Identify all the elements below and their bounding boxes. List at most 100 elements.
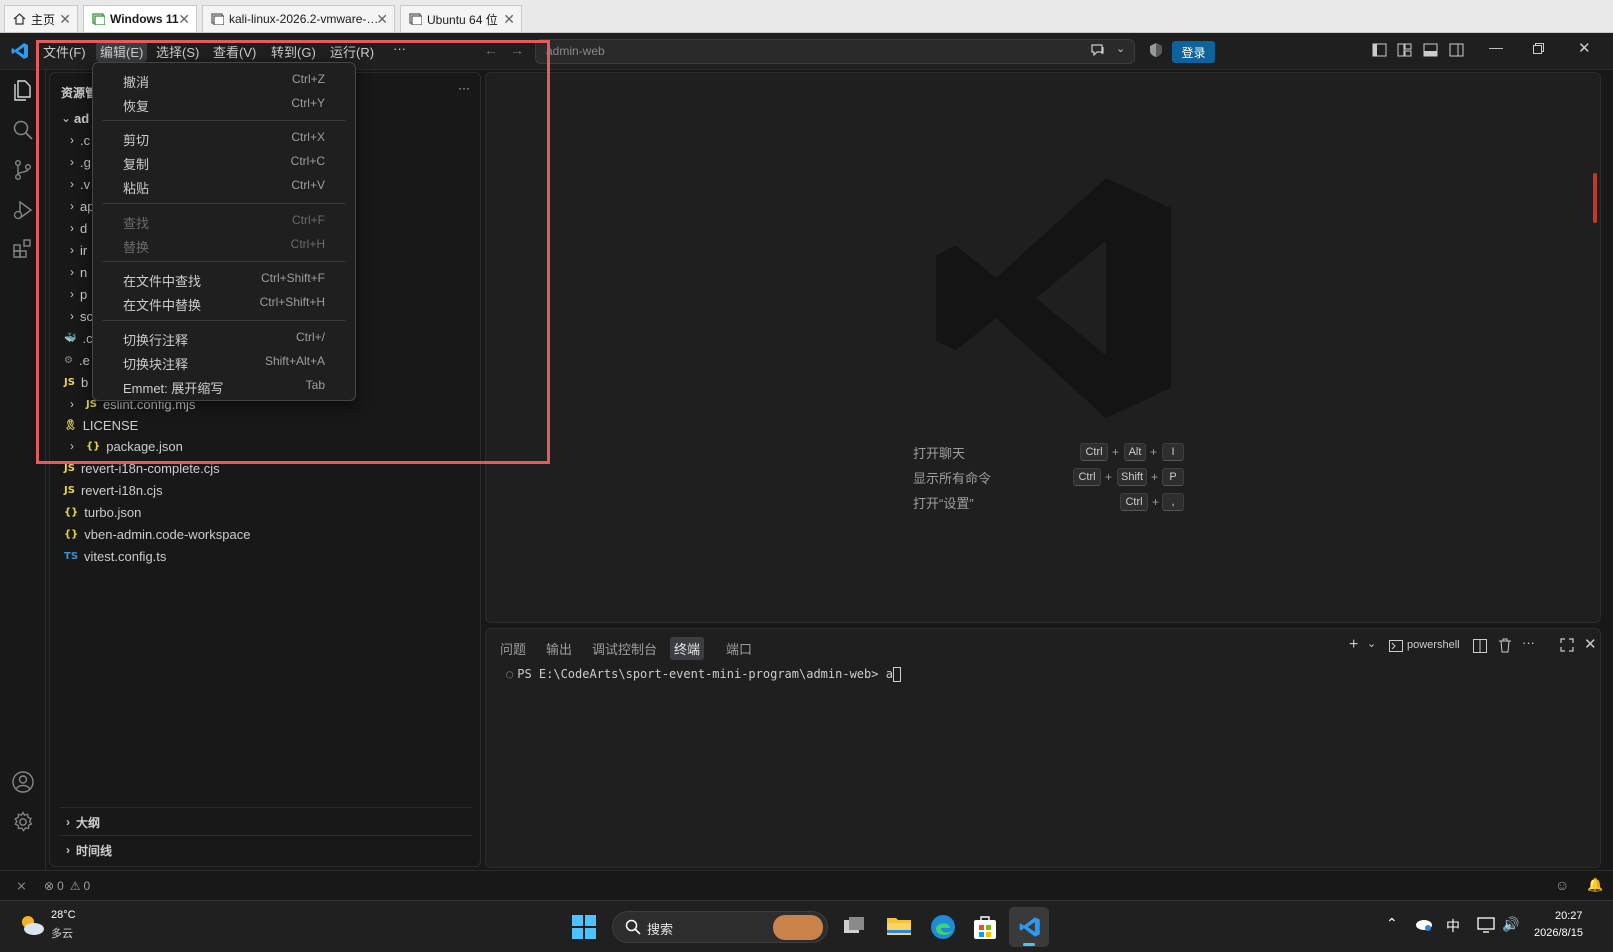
tree-item[interactable]: › n — [64, 261, 87, 283]
menu-run[interactable]: 运行(R) — [330, 42, 374, 61]
taskbar-vscode-button[interactable] — [1009, 907, 1049, 947]
new-terminal-icon[interactable]: + — [1349, 636, 1358, 654]
toggle-panel-icon[interactable] — [1423, 43, 1438, 60]
customize-layout-icon[interactable] — [1397, 43, 1412, 60]
chevron-down-icon[interactable]: ⌄ — [1116, 42, 1125, 55]
tree-item[interactable]: › p — [64, 283, 87, 305]
extensions-icon[interactable] — [11, 236, 35, 263]
tree-item[interactable]: › sc — [64, 305, 93, 327]
menu-item-emmet-expand[interactable]: Emmet: 展开缩写 Tab — [93, 375, 355, 397]
restore-icon[interactable] — [1533, 42, 1544, 57]
terminal-line[interactable]: ○ PS E:\CodeArts\sport-event-mini-program… — [506, 667, 901, 682]
shell-name[interactable]: powershell — [1407, 639, 1460, 651]
close-icon[interactable]: ✕ — [59, 11, 71, 28]
menu-selection[interactable]: 选择(S) — [156, 42, 199, 61]
copilot-icon[interactable]: ☺ — [1555, 877, 1569, 893]
onedrive-icon[interactable] — [1413, 917, 1433, 934]
volume-icon[interactable]: 🔊 — [1502, 916, 1519, 933]
forward-arrow-icon[interactable]: → — [510, 42, 524, 58]
copilot-chat-icon[interactable] — [1090, 42, 1106, 61]
menu-item-paste[interactable]: 粘贴 Ctrl+V — [93, 175, 355, 197]
more-actions-icon[interactable]: ··· — [1522, 635, 1535, 650]
close-icon[interactable]: ✕ — [503, 11, 515, 28]
menu-item-cut[interactable]: 剪切 Ctrl+X — [93, 127, 355, 149]
menu-file[interactable]: 文件(F) — [43, 42, 86, 61]
vm-tab-kali[interactable]: kali-linux-2026.2-vmware-am... ✕ — [202, 5, 395, 32]
tree-item[interactable]: › ap — [64, 195, 94, 217]
scroll-indicator[interactable] — [1593, 173, 1597, 223]
edge-browser-icon[interactable] — [930, 914, 956, 943]
maximize-panel-icon[interactable] — [1560, 638, 1574, 655]
source-control-icon[interactable] — [11, 158, 35, 185]
menu-item-copy[interactable]: 复制 Ctrl+C — [93, 151, 355, 173]
tree-item[interactable]: {} turbo.json — [64, 501, 141, 523]
trash-icon[interactable] — [1498, 638, 1512, 656]
task-view-icon[interactable] — [842, 915, 866, 940]
menu-view[interactable]: 查看(V) — [213, 42, 256, 61]
tab-debug-console[interactable]: 调试控制台 — [588, 637, 661, 660]
vm-tab-home[interactable]: 主页 ✕ — [4, 5, 78, 32]
menu-item-replace-in-files[interactable]: 在文件中替换 Ctrl+Shift+H — [93, 292, 355, 314]
tree-item[interactable]: › .v — [64, 173, 90, 195]
command-center[interactable]: admin-web — [535, 39, 1135, 64]
tree-item[interactable]: › ir — [64, 239, 87, 261]
tree-item[interactable]: JS b — [64, 371, 88, 393]
tree-item[interactable]: ›{} package.json — [64, 435, 183, 457]
menu-item-toggle-line-comment[interactable]: 切换行注释 Ctrl+/ — [93, 327, 355, 349]
tree-item[interactable]: JS revert-i18n-complete.cjs — [64, 457, 220, 479]
network-icon[interactable] — [1477, 917, 1495, 936]
menu-edit[interactable]: 编辑(E) — [96, 41, 148, 62]
root-folder[interactable]: ⌄ ad — [58, 107, 89, 129]
windows-start-icon[interactable] — [572, 915, 596, 942]
chevron-down-icon[interactable]: ⌄ — [1367, 637, 1376, 650]
tree-item[interactable]: JS revert-i18n.cjs — [64, 479, 163, 501]
tab-terminal[interactable]: 终端 — [670, 637, 705, 660]
close-panel-icon[interactable]: ✕ — [1584, 635, 1597, 653]
ime-indicator[interactable]: 中 — [1446, 916, 1460, 936]
tree-item[interactable]: › .c — [64, 129, 90, 151]
tab-output[interactable]: 输出 — [542, 637, 576, 660]
login-button[interactable]: 登录 — [1172, 41, 1215, 63]
tab-ports[interactable]: 端口 — [722, 637, 756, 660]
tree-item[interactable]: TS vitest.config.ts — [64, 545, 166, 567]
vm-tab-windows11[interactable]: Windows 11 ✕ — [83, 5, 197, 32]
problems-status[interactable]: ⊗ 0 ⚠ 0 — [44, 879, 90, 893]
taskbar-search-box[interactable]: 搜索 — [612, 911, 828, 943]
accounts-shield-icon[interactable] — [1148, 42, 1164, 61]
close-icon[interactable]: ✕ — [376, 11, 388, 28]
menu-item-undo[interactable]: 撤消 Ctrl+Z — [93, 69, 355, 91]
tree-item[interactable]: › d — [64, 217, 87, 239]
close-icon[interactable]: ✕ — [178, 11, 190, 28]
run-debug-icon[interactable] — [11, 198, 35, 225]
clock-time[interactable]: 20:27 — [1555, 910, 1583, 922]
search-icon[interactable] — [11, 118, 35, 145]
tree-item[interactable]: 🐳 .c — [64, 327, 93, 349]
vm-tab-ubuntu[interactable]: Ubuntu 64 位 ✕ — [400, 5, 522, 32]
bell-icon[interactable]: 🔔 — [1587, 877, 1603, 893]
chevron-up-icon[interactable]: ⌃ — [1386, 915, 1398, 932]
menu-item-toggle-block-comment[interactable]: 切换块注释 Shift+Alt+A — [93, 351, 355, 373]
tree-item[interactable]: › .g — [64, 151, 91, 173]
tab-problems[interactable]: 问题 — [496, 637, 530, 660]
close-icon[interactable]: ✕ — [1578, 39, 1591, 57]
tree-item[interactable]: 🎗 LICENSE — [64, 414, 138, 436]
timeline-section[interactable]: › 时间线 — [60, 839, 112, 861]
accounts-icon[interactable] — [11, 770, 35, 797]
menu-go[interactable]: 转到(G) — [271, 42, 316, 61]
gear-icon[interactable] — [11, 810, 35, 837]
explorer-icon[interactable] — [11, 78, 35, 105]
tree-item[interactable]: {} vben-admin.code-workspace — [64, 523, 250, 545]
toggle-secondary-sidebar-icon[interactable] — [1449, 43, 1464, 60]
remote-icon[interactable]: ⨯ — [16, 878, 27, 894]
explorer-more-button[interactable]: ··· — [458, 81, 470, 95]
menu-item-find-in-files[interactable]: 在文件中查找 Ctrl+Shift+F — [93, 268, 355, 290]
clock-date[interactable]: 2026/8/15 — [1534, 927, 1583, 939]
toggle-primary-sidebar-icon[interactable] — [1372, 43, 1387, 60]
menu-more[interactable]: ··· — [393, 41, 406, 56]
tree-item[interactable]: ⚙ .e — [64, 349, 90, 371]
weather-cloud-icon[interactable] — [18, 913, 46, 940]
back-arrow-icon[interactable]: ← — [484, 42, 498, 58]
file-explorer-icon[interactable] — [886, 915, 912, 940]
ms-store-icon[interactable] — [973, 914, 997, 943]
split-terminal-icon[interactable] — [1473, 639, 1487, 656]
